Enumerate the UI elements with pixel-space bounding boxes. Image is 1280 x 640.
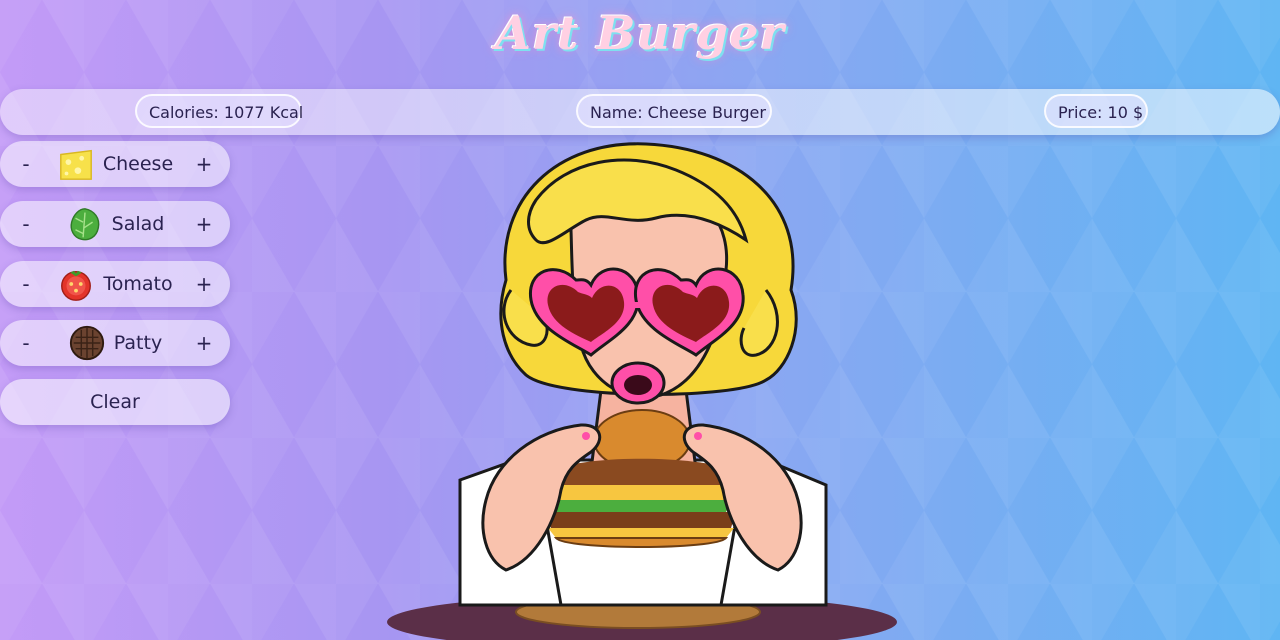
tomato-icon — [61, 270, 92, 301]
salad-label: Salad — [111, 213, 165, 235]
app-logo: Art Burger — [495, 6, 785, 60]
patty-icon — [69, 325, 104, 361]
lettuce-icon — [70, 208, 100, 241]
ingredient-row-cheese: - Cheese + — [0, 141, 230, 187]
patty-label: Patty — [113, 332, 163, 354]
tomato-remove-button[interactable]: - — [16, 272, 36, 296]
price-display: Price: 10 $ — [1044, 94, 1148, 128]
info-bar: Calories: 1077 Kcal Name: Cheese Burger … — [0, 89, 1280, 135]
tomato-label: Tomato — [103, 273, 173, 295]
clear-button[interactable]: Clear — [0, 379, 230, 425]
burger-name-display: Name: Cheese Burger — [576, 94, 772, 128]
ingredient-row-salad: - Salad + — [0, 201, 230, 247]
patty-remove-button[interactable]: - — [16, 331, 36, 355]
pop-art-woman-illustration — [387, 142, 897, 640]
cheese-icon — [59, 149, 92, 180]
ingredient-row-tomato: - Tomato + — [0, 261, 230, 307]
salad-remove-button[interactable]: - — [16, 212, 36, 236]
cheese-add-button[interactable]: + — [194, 152, 214, 176]
cheese-label: Cheese — [102, 153, 174, 175]
tomato-add-button[interactable]: + — [194, 272, 214, 296]
calories-display: Calories: 1077 Kcal — [135, 94, 303, 128]
ingredient-row-patty: - Patty + — [0, 320, 230, 366]
cheese-remove-button[interactable]: - — [16, 152, 36, 176]
salad-add-button[interactable]: + — [194, 212, 214, 236]
patty-add-button[interactable]: + — [194, 331, 214, 355]
